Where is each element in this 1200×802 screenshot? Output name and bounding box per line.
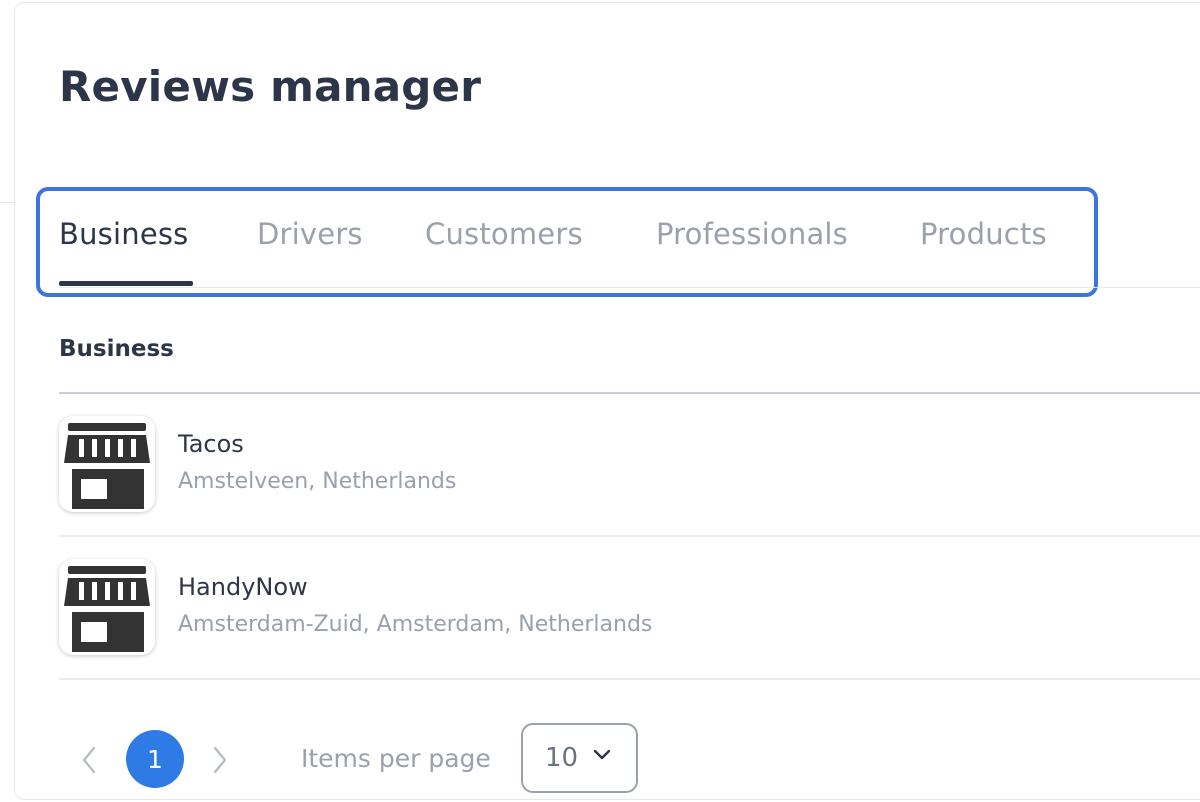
tab-products[interactable]: Products	[920, 217, 1047, 251]
chevron-right-icon	[213, 746, 227, 774]
side-divider	[0, 202, 14, 203]
store-icon	[59, 416, 155, 512]
tab-bar: Business Drivers Customers Professionals…	[36, 187, 1098, 297]
list-item[interactable]: Tacos Amstelveen, Netherlands	[59, 394, 1200, 537]
list-item[interactable]: HandyNow Amsterdam-Zuid, Amsterdam, Neth…	[59, 537, 1200, 680]
list-header: Business	[59, 336, 174, 362]
item-name: HandyNow	[178, 573, 308, 601]
chevron-down-icon	[593, 749, 611, 760]
active-tab-indicator	[59, 281, 193, 286]
items-per-page-value: 10	[545, 743, 579, 773]
tab-customers[interactable]: Customers	[425, 217, 583, 251]
items-per-page-select[interactable]: 10	[521, 723, 638, 793]
page-title: Reviews manager	[59, 62, 482, 111]
item-location: Amstelveen, Netherlands	[178, 469, 457, 494]
tabs-divider	[59, 287, 1200, 288]
item-name: Tacos	[178, 430, 244, 458]
tab-business[interactable]: Business	[59, 217, 188, 251]
store-icon	[59, 559, 155, 655]
previous-page-button[interactable]	[74, 742, 104, 778]
item-location: Amsterdam-Zuid, Amsterdam, Netherlands	[178, 612, 653, 637]
chevron-left-icon	[82, 746, 96, 774]
items-per-page-label: Items per page	[301, 744, 491, 773]
next-page-button[interactable]	[205, 742, 235, 778]
tab-drivers[interactable]: Drivers	[257, 217, 363, 251]
tab-professionals[interactable]: Professionals	[656, 217, 848, 251]
page-number-button[interactable]: 1	[126, 730, 184, 788]
